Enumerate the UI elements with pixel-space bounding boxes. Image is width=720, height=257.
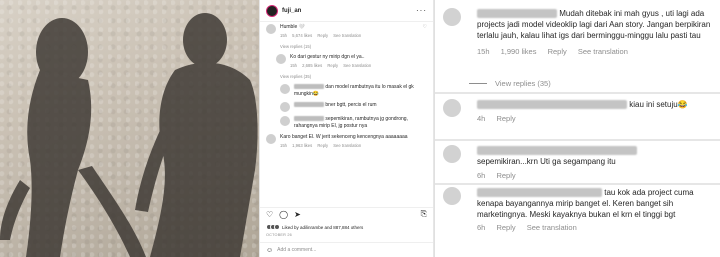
section-divider: [435, 139, 720, 141]
commenter-avatar[interactable]: [443, 145, 461, 163]
liked-by-row[interactable]: Liked by adilinrambe and 887,884 others: [266, 224, 363, 230]
comment-item: sepemikiran, rambutnya jg gondrong, raha…: [280, 116, 427, 130]
comment-text: Karo banget El. W jerit sekenceng kencen…: [280, 134, 408, 140]
commenter-avatar[interactable]: [280, 116, 290, 126]
reply-button[interactable]: Reply: [548, 47, 567, 56]
liked-by-text: Liked by adilinrambe and 887,884 others: [282, 224, 364, 230]
blurred-username: [294, 116, 324, 122]
comment-likes[interactable]: 5,674 likes: [292, 33, 312, 38]
liker-avatar: [274, 224, 280, 230]
see-translation-link[interactable]: See translation: [333, 33, 361, 38]
commenter-avatar[interactable]: [443, 99, 461, 117]
share-send-icon[interactable]: ➤: [294, 210, 301, 219]
post-photo: [0, 0, 259, 257]
commenter-avatar[interactable]: [443, 8, 461, 26]
comment-time: 15h: [290, 63, 297, 68]
section-divider: [435, 92, 720, 94]
view-replies-button[interactable]: View replies (15): [280, 43, 427, 50]
add-comment-bar[interactable]: ☺ Add a comment...: [260, 242, 433, 257]
blurred-username: [477, 9, 557, 19]
comment-item: Karo banget El. W jerit sekenceng kencen…: [266, 134, 427, 149]
profile-avatar[interactable]: [266, 4, 278, 17]
comment-meta: 4h Reply: [477, 113, 713, 124]
post-header: fuji_an ···: [260, 0, 433, 22]
reply-button[interactable]: Reply: [496, 223, 515, 232]
commenter-avatar[interactable]: [276, 54, 286, 64]
comment-item: dan model rambutnya itu lo masak el gk m…: [280, 84, 427, 98]
commenter-avatar[interactable]: [443, 187, 461, 205]
comment-bubble-icon[interactable]: ◯: [279, 210, 288, 219]
comment-meta: 15h 2,685 likes Reply See translation: [290, 62, 375, 69]
add-comment-input[interactable]: Add a comment...: [277, 247, 316, 253]
comment-text: sepemikiran...krn Uti ga segampang itu: [477, 157, 616, 166]
comment-text: kiau ini setuju😂: [629, 100, 688, 109]
comment-meta: 15h 1,963 likes Reply See translation: [280, 142, 408, 149]
view-replies-button[interactable]: View replies (35): [469, 79, 551, 88]
reply-button[interactable]: Reply: [496, 114, 515, 123]
comment-time: 15h: [280, 33, 287, 38]
zoomed-comments-panel: Mudah ditebak ini mah gyus , uti lagi ad…: [434, 0, 720, 257]
comment-likes[interactable]: 1,963 likes: [292, 143, 312, 148]
comment-time: 15h: [280, 143, 287, 148]
comment-time: 15h: [477, 47, 490, 56]
view-replies-label: View replies (35): [495, 79, 551, 88]
comment-text: bner bgtt, percis el rum: [325, 102, 377, 108]
blurred-username: [294, 102, 324, 108]
commenter-avatar[interactable]: [280, 102, 290, 112]
comment-meta: 6h Reply: [477, 170, 713, 181]
screenshot-collage: fuji_an ··· Humble 🤍 15h 5,674 likes Rep…: [0, 0, 720, 257]
comment-item: Ko dari gestur ny mirip dgn el ya.. 15h …: [276, 54, 427, 69]
commenter-avatar[interactable]: [266, 134, 276, 144]
section-divider: [435, 183, 720, 185]
post-date: OCTOBER 26: [266, 233, 292, 237]
comment-item: Mudah ditebak ini mah gyus , uti lagi ad…: [443, 8, 713, 78]
post-username[interactable]: fuji_an: [282, 8, 301, 14]
more-horizontal-icon[interactable]: ···: [416, 6, 427, 15]
instagram-post-panel: fuji_an ··· Humble 🤍 15h 5,674 likes Rep…: [259, 0, 434, 257]
commenter-avatar[interactable]: [280, 84, 290, 94]
see-translation-link[interactable]: See translation: [578, 47, 628, 56]
comment-item: tau kok ada project cuma kenapa bayangan…: [443, 187, 713, 255]
comment-meta: 15h 1,990 likes Reply See translation: [477, 46, 713, 57]
post-actions-bar: ♡ ◯ ➤ ⎘: [260, 207, 433, 220]
comment-meta: 6h Reply See translation: [477, 222, 713, 233]
blurred-username: [477, 188, 602, 198]
comment-list[interactable]: Humble 🤍 15h 5,674 likes Reply See trans…: [260, 22, 433, 149]
comment-item: Humble 🤍 15h 5,674 likes Reply See trans…: [266, 24, 427, 39]
see-translation-link[interactable]: See translation: [343, 63, 371, 68]
reply-button[interactable]: Reply: [317, 143, 328, 148]
see-translation-link[interactable]: See translation: [527, 223, 577, 232]
comment-meta: 15h 5,674 likes Reply See translation: [280, 32, 365, 39]
blurred-username: [477, 100, 627, 110]
comment-item: sepemikiran...krn Uti ga segampang itu 6…: [443, 145, 713, 181]
divider-line: [469, 83, 487, 84]
comment-time: 6h: [477, 223, 486, 232]
reply-button[interactable]: Reply: [327, 63, 338, 68]
heart-icon[interactable]: ♡: [420, 24, 427, 39]
shadow-silhouettes-image: [0, 13, 258, 257]
comment-text: Humble 🤍: [280, 24, 305, 30]
reply-button[interactable]: Reply: [317, 33, 328, 38]
comment-item: bner bgtt, percis el rum: [280, 102, 427, 112]
see-translation-link[interactable]: See translation: [333, 143, 361, 148]
comment-time: 4h: [477, 114, 486, 123]
blurred-username: [294, 84, 324, 90]
comment-likes[interactable]: 2,685 likes: [302, 63, 322, 68]
bookmark-icon[interactable]: ⎘: [421, 209, 427, 219]
commenter-avatar[interactable]: [266, 24, 276, 34]
like-heart-icon[interactable]: ♡: [266, 210, 273, 219]
comment-likes[interactable]: 1,990 likes: [501, 47, 537, 56]
comment-text: Ko dari gestur ny mirip dgn el ya..: [290, 54, 365, 60]
comment-time: 6h: [477, 171, 486, 180]
blurred-username: [477, 146, 637, 156]
comment-item: kiau ini setuju😂 4h Reply: [443, 99, 713, 137]
reply-button[interactable]: Reply: [496, 171, 515, 180]
emoji-smiley-icon[interactable]: ☺: [266, 247, 273, 254]
view-replies-button[interactable]: View replies (35): [280, 73, 427, 80]
